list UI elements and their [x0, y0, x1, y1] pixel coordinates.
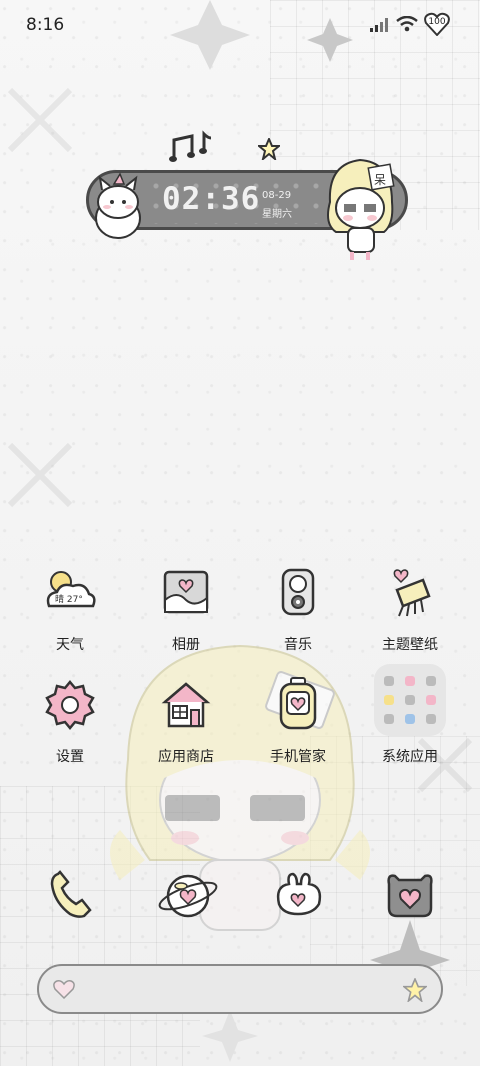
- status-bar: 8:16 100: [0, 0, 480, 50]
- theme-icon: [393, 569, 431, 617]
- music-icon: [281, 568, 315, 616]
- camera-icon[interactable]: [379, 864, 441, 926]
- settings-icon: [45, 680, 95, 730]
- folder-mini-icon: [384, 695, 394, 705]
- app-label-system-folder: 系统应用: [382, 749, 438, 765]
- app-store[interactable]: 应用商店: [136, 674, 236, 766]
- battery-level: 100: [428, 17, 446, 27]
- app-settings[interactable]: 设置: [20, 674, 120, 766]
- folder-mini-icon: [384, 676, 394, 686]
- signal-icon: [370, 18, 388, 32]
- music-notes-icon: [169, 130, 212, 162]
- app-label-gallery: 相册: [172, 637, 200, 653]
- app-label-settings: 设置: [56, 749, 84, 765]
- app-weather[interactable]: 晴 27° 天气: [20, 562, 120, 654]
- app-label-music: 音乐: [284, 637, 312, 653]
- app-gallery[interactable]: 相册: [136, 562, 236, 654]
- app-label-weather: 天气: [56, 637, 84, 653]
- clock-date: 08-29: [262, 190, 292, 201]
- system-apps-folder: [374, 664, 446, 736]
- phone-icon[interactable]: [40, 864, 102, 926]
- weather-temp: 晴 27°: [55, 593, 83, 605]
- star-icon: [403, 978, 427, 1002]
- weather-icon: 晴 27°: [46, 571, 96, 608]
- folder-mini-icon: [405, 676, 415, 686]
- folder-mini-icon: [426, 676, 436, 686]
- status-time: 8:16: [26, 15, 65, 35]
- messages-icon[interactable]: [267, 864, 329, 926]
- app-music[interactable]: 音乐: [248, 562, 348, 654]
- girl-sticker-icon: 呆: [327, 158, 395, 260]
- star-sticker-icon: [258, 138, 280, 160]
- heart-icon: [53, 980, 75, 999]
- clock-time: 02:36: [162, 181, 261, 217]
- cat-sticker-icon: [95, 172, 141, 239]
- app-label-theme: 主题壁纸: [382, 637, 438, 653]
- folder-mini-icon: [426, 695, 436, 705]
- folder-mini-icon: [405, 714, 415, 724]
- browser-icon[interactable]: [157, 864, 219, 926]
- wifi-icon: [396, 16, 418, 32]
- app-phone-manager[interactable]: 手机管家: [248, 674, 348, 766]
- app-theme[interactable]: 主题壁纸: [360, 562, 460, 654]
- gallery-icon: [163, 570, 209, 614]
- app-store-icon: [161, 682, 211, 728]
- app-label-phone-manager: 手机管家: [270, 749, 326, 765]
- search-bar[interactable]: [37, 964, 443, 1014]
- folder-mini-icon: [384, 714, 394, 724]
- folder-mini-icon: [426, 714, 436, 724]
- phone-manager-icon: [279, 677, 317, 730]
- app-label-store: 应用商店: [158, 749, 214, 765]
- clock-weekday: 星期六: [262, 209, 292, 220]
- folder-mini-icon: [405, 695, 415, 705]
- app-system-folder[interactable]: 系统应用: [360, 664, 460, 766]
- name-tag: 呆: [374, 173, 386, 187]
